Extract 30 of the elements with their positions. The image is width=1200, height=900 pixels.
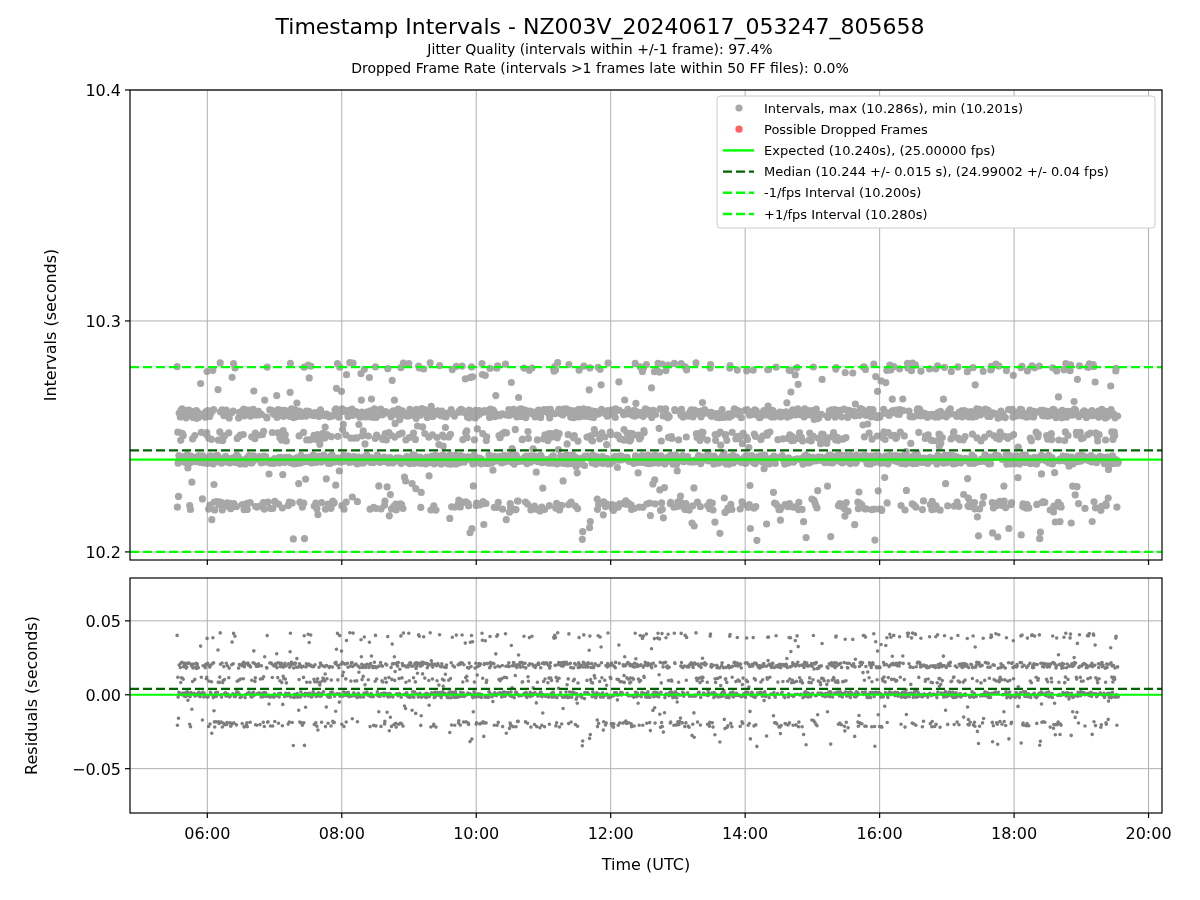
chart-subtitle: Dropped Frame Rate (intervals >1 frames late within 50 FF files): 0.0%: [351, 59, 849, 78]
legend-line-sample: [723, 170, 754, 173]
x-tick-label: 18:00: [991, 824, 1038, 843]
chart-title: Timestamp Intervals - NZ003V_20240617_053247_805658: [275, 14, 925, 40]
legend-label: Possible Dropped Frames: [764, 121, 928, 137]
x-tick-label: 14:00: [722, 824, 769, 843]
legend-label: Median (10.244 +/- 0.015 s), (24.99002 +/- 0.04 fps): [764, 164, 1109, 180]
x-tick-label: 08:00: [318, 824, 365, 843]
y-tick-label: 10.3: [85, 311, 121, 331]
y-tick-label: 0.00: [85, 685, 121, 705]
legend-line-sample: [723, 212, 754, 216]
legend-line-sample: [723, 149, 754, 152]
legend-label: Intervals, max (10.286s), min (10.201s): [764, 100, 1023, 116]
x-axis-label: Time (UTC): [601, 855, 691, 874]
y-axis-label: Residuals (seconds): [22, 616, 41, 775]
y-tick-label: −0.05: [71, 759, 121, 779]
x-tick-label: 10:00: [453, 824, 500, 843]
x-tick-label: 12:00: [587, 824, 634, 843]
legend-line-sample: [723, 191, 754, 194]
x-tick-label: 20:00: [1125, 824, 1172, 843]
y-axis-label: Intervals (seconds): [41, 248, 60, 402]
legend-label: -1/fps Interval (10.200s): [764, 185, 922, 201]
x-tick-label: 16:00: [856, 824, 903, 843]
y-tick-label: 10.4: [85, 81, 121, 100]
chart-subtitle: Jitter Quality (intervals within +/-1 frame): 97.4%: [427, 40, 773, 59]
y-tick-label: 0.05: [85, 611, 121, 631]
legend-label: +1/fps Interval (10.280s): [764, 206, 928, 222]
legend-label: Expected (10.240s), (25.00000 fps): [764, 142, 996, 158]
y-tick-label: 10.2: [85, 542, 121, 562]
x-tick-label: 06:00: [184, 824, 231, 843]
